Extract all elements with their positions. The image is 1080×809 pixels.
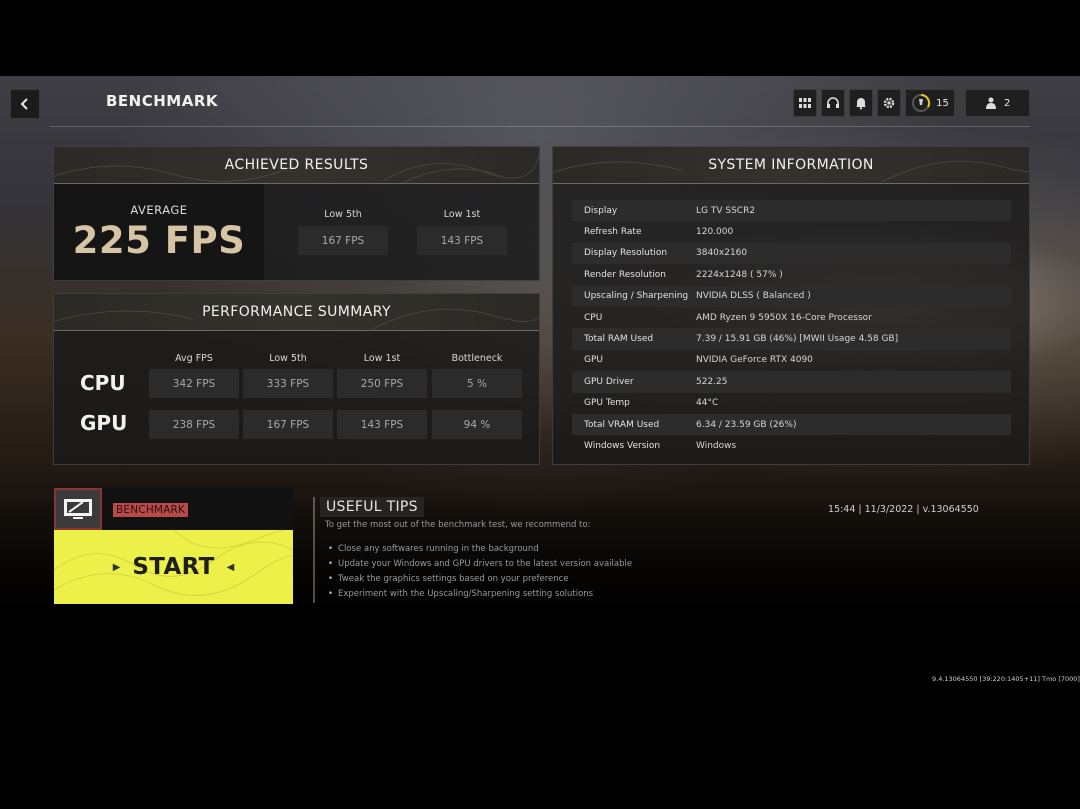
table-row: Upscaling / Sharpening NVIDIA DLSS ( Bala… — [572, 285, 1011, 307]
start-arrow-left-icon: ▶ — [112, 561, 121, 573]
start-button[interactable]: ▶ START ◀ — [54, 530, 293, 604]
low5-stat: Low 5th 167 FPS — [298, 209, 388, 255]
perf-row-gpu-label: GPU — [80, 411, 128, 435]
perf-col-bottleneck: Bottleneck — [451, 353, 503, 364]
gpu-bottleneck: 94 % — [432, 410, 522, 439]
tips-intro: To get the most out of the benchmark tes… — [325, 520, 591, 530]
performance-summary-panel: PERFORMANCE SUMMARY Avg FPS Low 5th Low … — [53, 293, 540, 465]
table-row: GPU Temp 44°C — [584, 398, 719, 409]
cpu-low1: 250 FPS — [337, 369, 427, 398]
headset-button[interactable] — [821, 89, 845, 117]
list-item: Close any softwares running in the backg… — [328, 541, 632, 556]
tips-title: USEFUL TIPS — [320, 497, 424, 517]
top-icon-bar: 15 — [793, 89, 955, 117]
average-fps-box: AVERAGE 225 FPS — [54, 184, 264, 280]
achieved-results-header: ACHIEVED RESULTS — [54, 147, 539, 184]
notifications-button[interactable] — [849, 89, 873, 117]
benchmark-icon — [64, 499, 92, 519]
low5-label: Low 5th — [324, 209, 362, 220]
tips-list: Close any softwares running in the backg… — [328, 541, 632, 601]
achieved-results-panel: ACHIEVED RESULTS AVERAGE 225 FPS Low 5th… — [53, 146, 540, 281]
gpu-avg-fps: 238 FPS — [149, 410, 239, 439]
gpu-low1: 143 FPS — [337, 410, 427, 439]
back-arrow-icon — [20, 98, 28, 110]
average-label: AVERAGE — [130, 202, 188, 217]
system-info-table: Display LG TV SSCR2 Refresh Rate 120.000 D… — [572, 200, 1011, 457]
settings-button[interactable] — [877, 89, 901, 117]
table-row: Display Resolution 3840x2160 — [572, 242, 1011, 265]
benchmark-icon-box — [54, 488, 102, 530]
rank-icon — [912, 93, 931, 112]
low5-value: 167 FPS — [298, 226, 388, 255]
grid-icon — [799, 98, 811, 108]
low1-label: Low 1st — [443, 209, 481, 220]
perf-col-avg: Avg FPS — [175, 353, 213, 364]
list-item: Update your Windows and GPU drivers to t… — [328, 556, 632, 571]
cpu-low5: 333 FPS — [243, 369, 333, 398]
performance-summary-header: PERFORMANCE SUMMARY — [54, 294, 539, 331]
tips-divider — [313, 497, 315, 603]
perf-col-low1: Low 1st — [363, 353, 401, 364]
table-row: Display LG TV SSCR2 — [572, 200, 1011, 222]
table-row: Render Resolution 2224x1248 ( 57% ) — [584, 269, 783, 280]
back-button[interactable] — [10, 89, 40, 119]
table-row: Windows Version Windows — [584, 440, 737, 451]
start-button-label: START — [132, 554, 215, 580]
gpu-low5: 167 FPS — [243, 410, 333, 439]
table-row: Refresh Rate 120.000 — [584, 227, 734, 238]
table-row: Total VRAM Used 6.34 / 23.59 GB (26%) — [572, 413, 1011, 436]
party-count: 2 — [1004, 97, 1011, 109]
low1-stat: Low 1st 143 FPS — [417, 209, 507, 255]
low1-value: 143 FPS — [417, 226, 507, 255]
cpu-bottleneck: 5 % — [432, 369, 522, 398]
start-card-header: BENCHMARK — [54, 488, 293, 530]
cpu-avg-fps: 342 FPS — [149, 369, 239, 398]
page-title: BENCHMARK — [106, 92, 219, 110]
timestamp: 15:44 | 11/3/2022 | v.13064550 — [828, 504, 979, 515]
benchmark-tag: BENCHMARK — [113, 503, 189, 517]
perf-row-cpu-label: CPU — [80, 371, 126, 395]
table-row: Total RAM Used 7.39 / 15.91 GB (46%) [MWI… — [572, 328, 1011, 350]
gear-icon — [883, 97, 895, 109]
list-item: Experiment with the Upscaling/Sharpening… — [328, 586, 632, 601]
perf-col-low5: Low 5th — [269, 353, 307, 364]
grid-button[interactable] — [793, 89, 817, 117]
party-button[interactable]: 2 — [965, 89, 1030, 117]
table-row: GPU NVIDIA GeForce RTX 4090 — [584, 355, 813, 366]
list-item: Tweak the graphics settings based on you… — [328, 571, 632, 586]
party-icon — [986, 97, 996, 109]
system-information-panel: SYSTEM INFORMATION Display LG TV SSCR2 Re… — [552, 146, 1030, 465]
build-info: 9.4.13064550 [39:220:1405+11] Tmo [7000]… — [932, 675, 1080, 683]
table-row: CPU AMD Ryzen 9 5950X 16-Core Processor — [584, 312, 872, 323]
system-information-header: SYSTEM INFORMATION — [553, 147, 1029, 184]
bell-icon — [856, 98, 866, 110]
rank-button[interactable]: 15 — [905, 89, 955, 117]
start-arrow-right-icon: ◀ — [226, 561, 235, 573]
table-row: GPU Driver 522.25 — [572, 371, 1011, 393]
benchmark-start-card: BENCHMARK ▶ START ◀ — [54, 488, 293, 604]
rank-level: 15 — [936, 97, 949, 109]
average-value: 225 FPS — [72, 218, 246, 262]
headset-icon — [827, 97, 839, 108]
header-divider — [50, 126, 1030, 127]
